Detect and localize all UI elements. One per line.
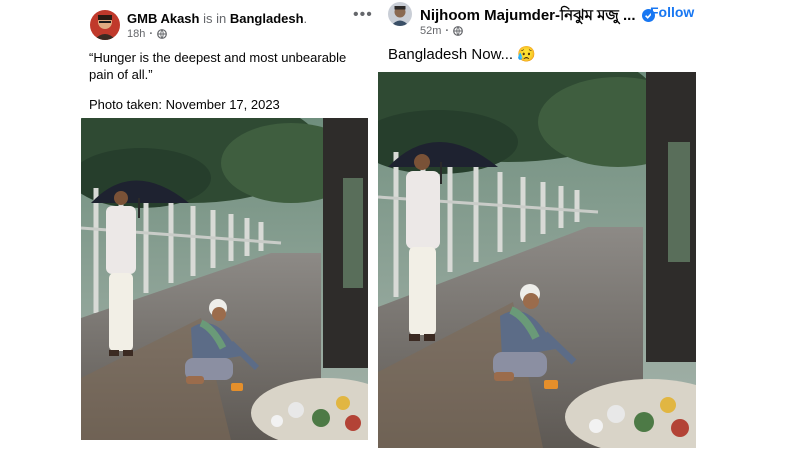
post-photo[interactable] bbox=[378, 72, 696, 448]
author-line: GMB Akash is in Bangladesh. bbox=[127, 11, 307, 26]
author-avatar[interactable] bbox=[388, 2, 412, 26]
avatar-image bbox=[90, 10, 120, 40]
street-photo-image bbox=[81, 118, 368, 440]
post-text: Bangladesh Now... 😥 bbox=[388, 45, 536, 64]
location-period: . bbox=[303, 11, 308, 26]
meta-separator: · bbox=[149, 28, 154, 40]
more-options-icon[interactable]: ••• bbox=[353, 6, 373, 24]
post-timestamp[interactable]: 52m bbox=[420, 25, 441, 37]
post-text-body: Bangladesh Now... bbox=[388, 46, 514, 63]
post-timestamp[interactable]: 18h bbox=[127, 28, 145, 40]
location-link[interactable]: Bangladesh bbox=[230, 11, 304, 26]
globe-icon bbox=[453, 26, 463, 36]
street-photo-image bbox=[378, 72, 696, 448]
right-post-card: Nijhoom Majumder-নিঝুম মজু ... · Follow … bbox=[376, 0, 698, 450]
post-quote: “Hunger is the deepest and most unbearab… bbox=[89, 50, 347, 82]
follow-button[interactable]: Follow bbox=[650, 4, 694, 20]
author-avatar[interactable] bbox=[90, 10, 120, 40]
left-post-card: GMB Akash is in Bangladesh. 18h · ••• “H… bbox=[81, 0, 373, 445]
photo-date-caption: Photo taken: November 17, 2023 bbox=[89, 97, 280, 112]
post-meta: 18h · bbox=[127, 28, 167, 40]
avatar-image bbox=[388, 2, 412, 26]
post-meta: 52m · bbox=[420, 25, 463, 37]
post-photo[interactable] bbox=[81, 118, 368, 440]
meta-separator: · bbox=[445, 25, 450, 37]
author-name-link[interactable]: Nijhoom Majumder-নিঝুম মজু ... bbox=[420, 7, 636, 24]
is-in-text: is in bbox=[203, 11, 227, 26]
sad-face-emoji: 😥 bbox=[517, 46, 536, 63]
globe-icon bbox=[157, 29, 167, 39]
author-name-link[interactable]: GMB Akash bbox=[127, 11, 199, 26]
